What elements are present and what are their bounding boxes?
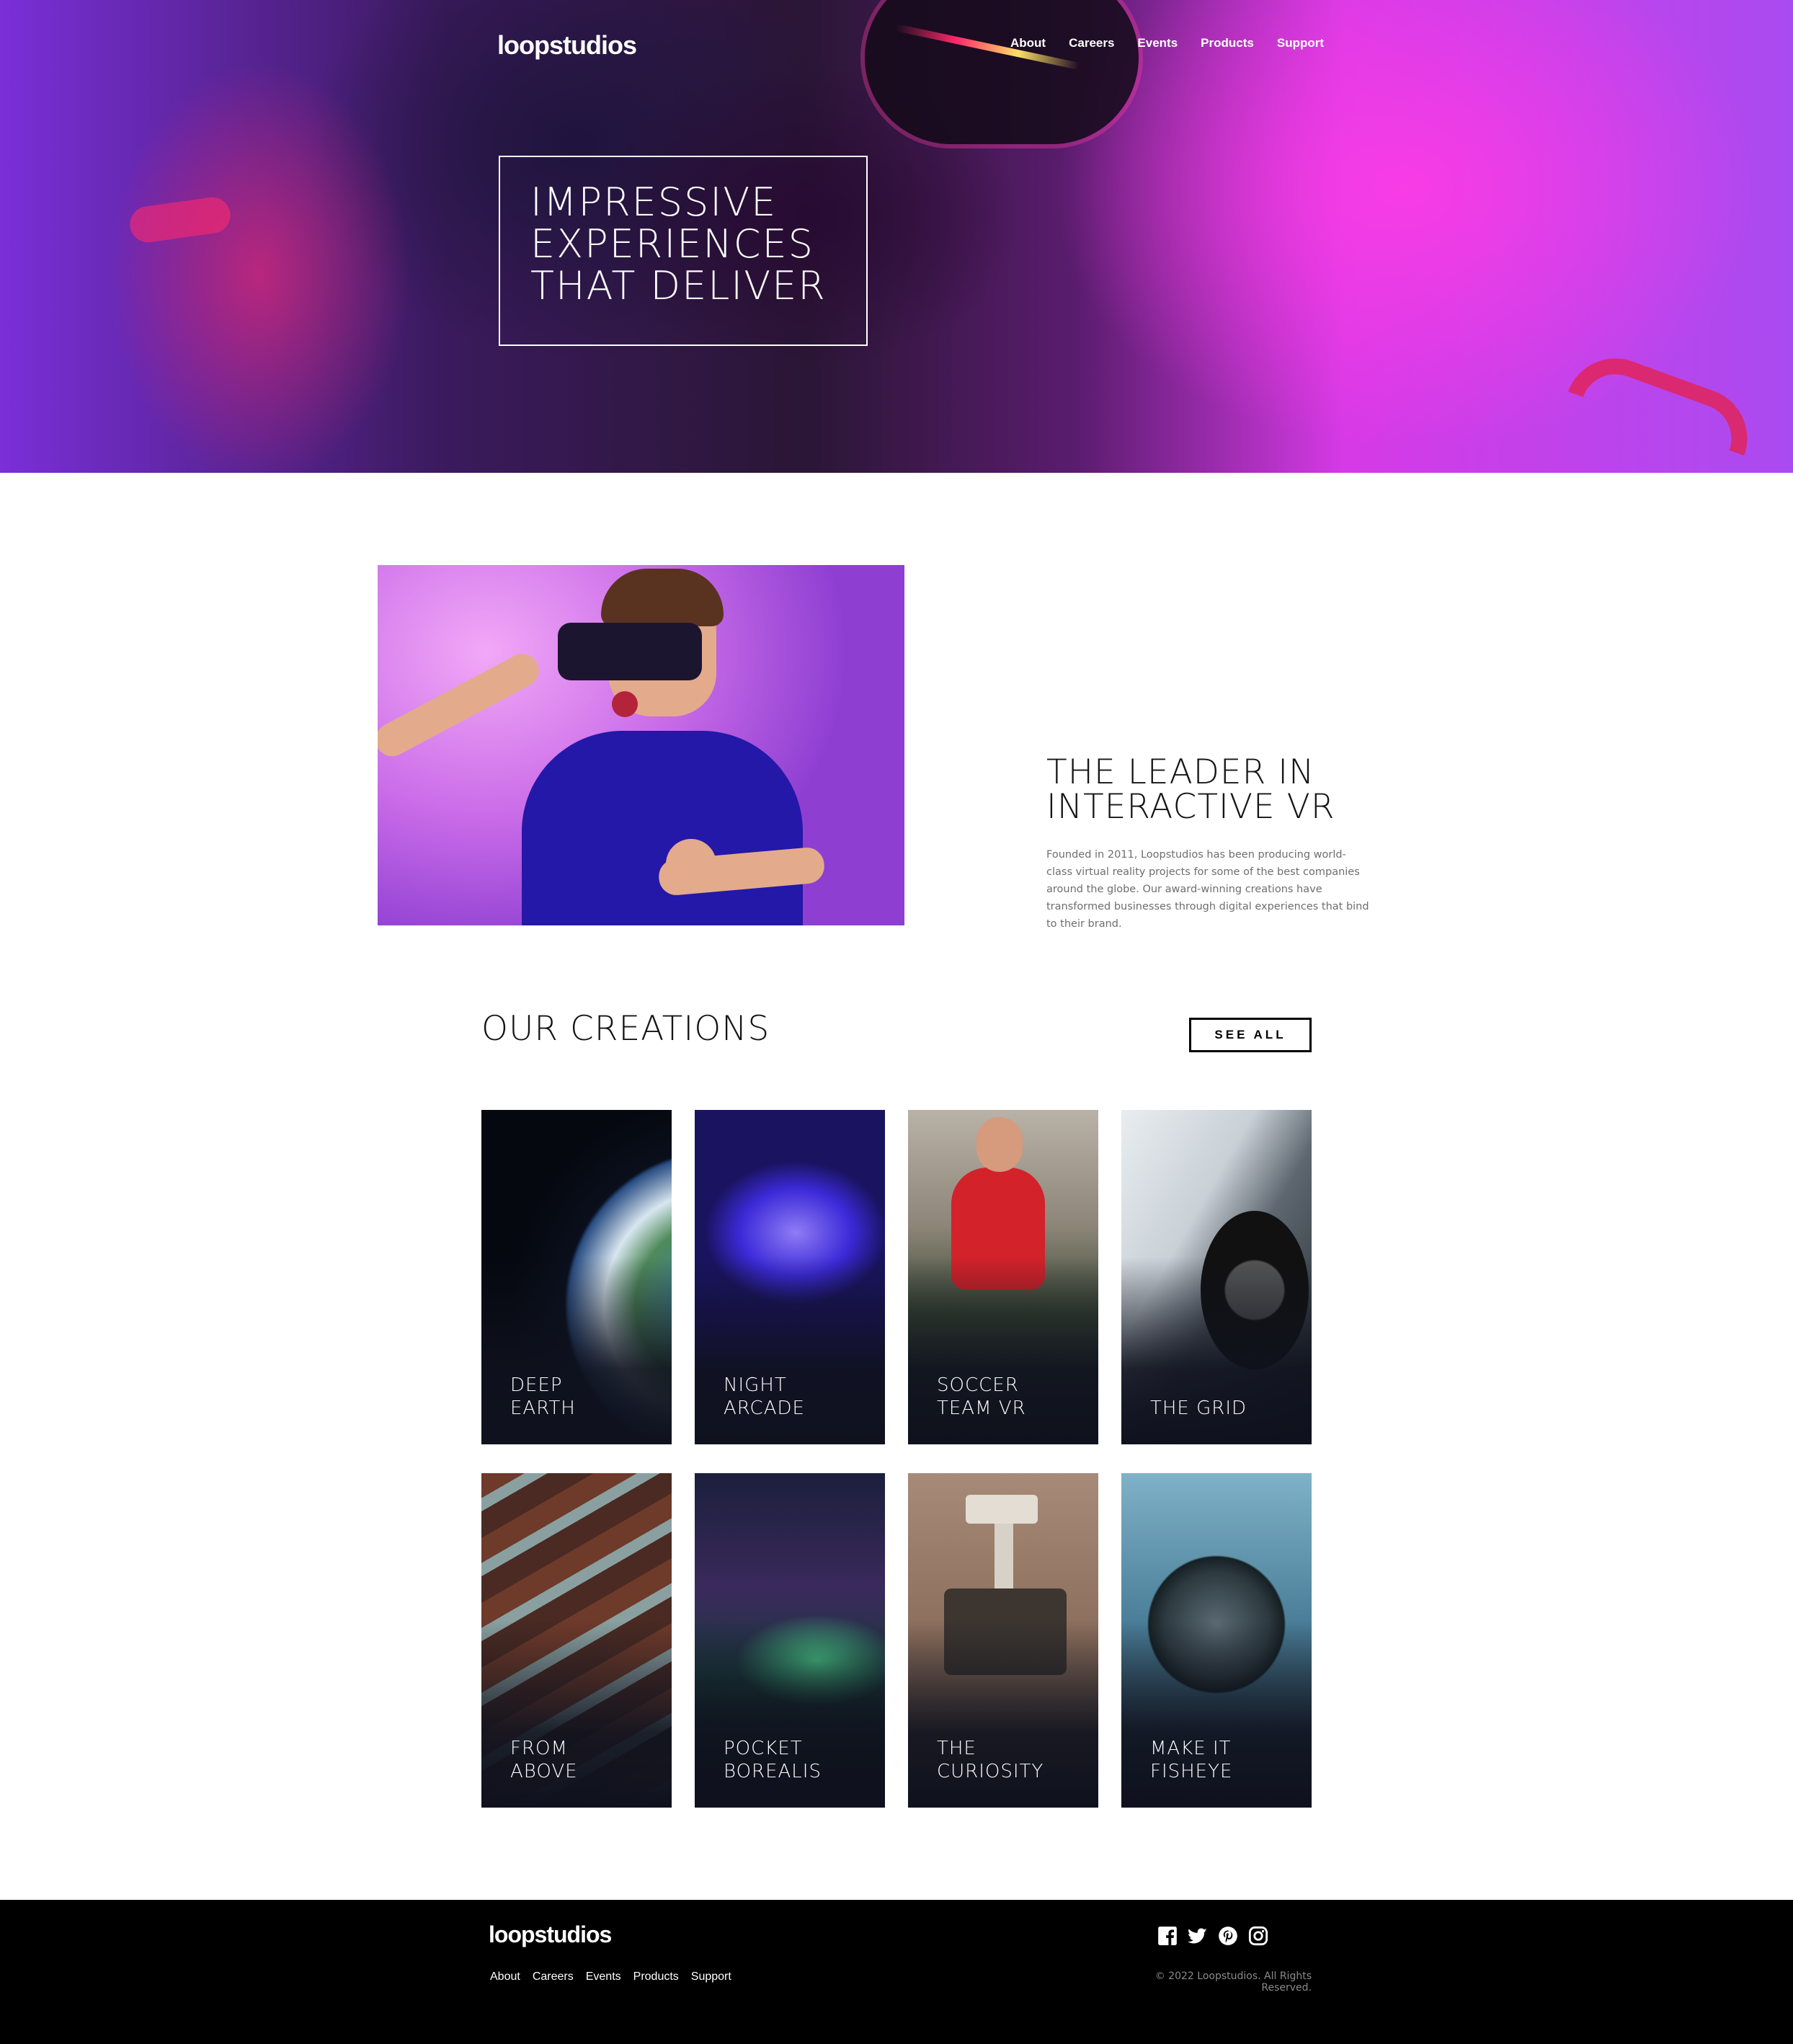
creations-title: OUR CREATIONS	[481, 1009, 770, 1049]
card-graphic	[976, 1117, 1023, 1172]
pinterest-icon[interactable]	[1218, 1926, 1238, 1946]
card-label: NIGHT ARCADE	[724, 1374, 805, 1419]
hero-vr-headset-graphic	[865, 0, 1139, 144]
image-vr-headset	[558, 623, 702, 680]
about-title: THE LEADER IN INTERACTIVE VR	[1046, 752, 1335, 827]
card-graphic	[966, 1495, 1038, 1524]
footer-link-events[interactable]: Events	[586, 1970, 621, 1983]
footer-navigation: About Careers Events Products Support	[490, 1970, 744, 1983]
nav-link-about[interactable]: About	[1010, 36, 1046, 50]
footer: loopstudios About Careers Events Product…	[0, 1900, 1793, 2044]
twitter-icon[interactable]	[1188, 1926, 1208, 1946]
top-navigation: About Careers Events Products Support	[1010, 36, 1347, 50]
image-shirt	[522, 731, 803, 925]
card-label: THE CURIOSITY	[937, 1738, 1044, 1782]
image-mouth	[612, 691, 638, 717]
footer-link-products[interactable]: Products	[633, 1970, 679, 1983]
hero-light-streak	[128, 195, 233, 245]
creation-card-pocket-borealis[interactable]: POCKET BOREALIS	[695, 1473, 885, 1808]
copyright-text: © 2022 Loopstudios. All Rights Reserved.	[1154, 1970, 1312, 1994]
card-label: DEEP EARTH	[510, 1374, 576, 1419]
card-label: SOCCER TEAM VR	[937, 1374, 1026, 1419]
vr-user-image	[378, 565, 904, 925]
hero-title-box: IMPRESSIVE EXPERIENCES THAT DELIVER	[499, 156, 868, 346]
instagram-icon[interactable]	[1248, 1926, 1268, 1946]
hero-section: loopstudios About Careers Events Product…	[0, 0, 1793, 473]
social-links	[1157, 1926, 1268, 1946]
nav-link-products[interactable]: Products	[1201, 36, 1254, 50]
creation-card-from-above[interactable]: FROM ABOVE	[481, 1473, 672, 1808]
facebook-icon[interactable]	[1157, 1926, 1178, 1946]
image-hand	[666, 839, 716, 889]
creation-card-soccer-team-vr[interactable]: SOCCER TEAM VR	[908, 1110, 1098, 1444]
site-logo[interactable]: loopstudios	[497, 30, 637, 61]
image-hair	[601, 569, 724, 626]
card-label: MAKE IT FISHEYE	[1150, 1738, 1233, 1782]
creation-card-the-curiosity[interactable]: THE CURIOSITY	[908, 1473, 1098, 1808]
creation-card-night-arcade[interactable]: NIGHT ARCADE	[695, 1110, 885, 1444]
image-arm	[378, 648, 545, 763]
hero-light-streak	[1567, 344, 1762, 456]
card-label: POCKET BOREALIS	[724, 1738, 822, 1782]
creation-card-deep-earth[interactable]: DEEP EARTH	[481, 1110, 672, 1444]
creation-card-the-grid[interactable]: THE GRID	[1121, 1110, 1312, 1444]
card-label: THE GRID	[1150, 1398, 1247, 1419]
nav-link-events[interactable]: Events	[1137, 36, 1178, 50]
hero-title: IMPRESSIVE EXPERIENCES THAT DELIVER	[530, 179, 827, 308]
nav-link-careers[interactable]: Careers	[1069, 36, 1114, 50]
nav-link-support[interactable]: Support	[1277, 36, 1324, 50]
card-label: FROM ABOVE	[510, 1738, 578, 1782]
footer-link-careers[interactable]: Careers	[533, 1970, 574, 1983]
about-description: Founded in 2011, Loopstudios has been pr…	[1046, 849, 1369, 930]
footer-logo[interactable]: loopstudios	[489, 1921, 612, 1948]
footer-link-support[interactable]: Support	[691, 1970, 731, 1983]
creation-card-make-it-fisheye[interactable]: MAKE IT FISHEYE	[1121, 1473, 1312, 1808]
see-all-button[interactable]: SEE ALL	[1189, 1018, 1312, 1052]
footer-link-about[interactable]: About	[490, 1970, 520, 1983]
